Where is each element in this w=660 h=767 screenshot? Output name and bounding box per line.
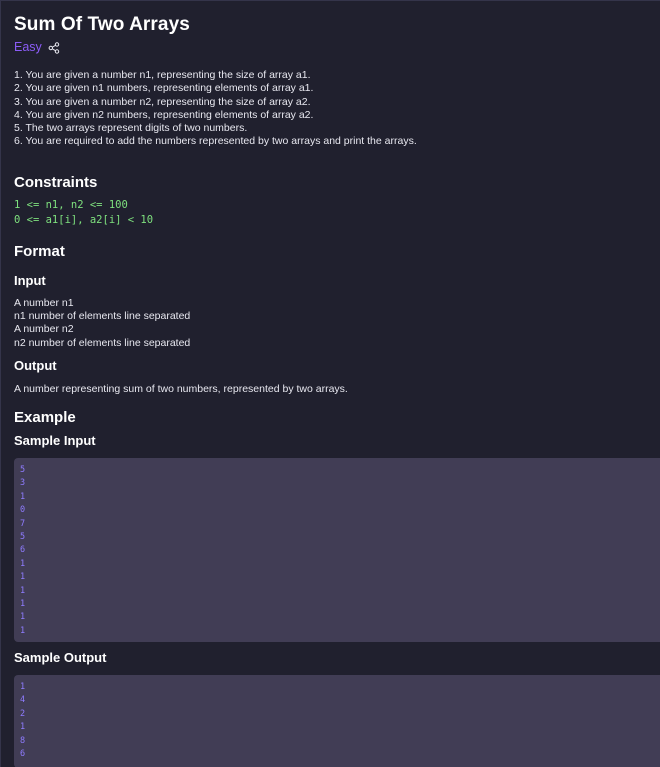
sample-output-line: 2 [20, 708, 26, 719]
sample-output-box[interactable]: 1 4 2 1 8 6 [14, 675, 660, 767]
difficulty-badge: Easy [14, 40, 42, 54]
problem-panel: Sum Of Two Arrays Easy 1. You are given … [0, 0, 660, 767]
format-heading: Format [14, 243, 65, 260]
input-format-line: n1 number of elements line separated [14, 310, 191, 323]
input-format-line: A number n2 [14, 323, 74, 336]
sample-input-line: 5 [20, 532, 26, 543]
output-format: A number representing sum of two numbers… [14, 383, 348, 395]
example-heading: Example [14, 409, 76, 426]
problem-description: 1. You are given a number n1, representi… [14, 69, 454, 149]
sample-input-line: 1 [20, 572, 26, 583]
problem-title: Sum Of Two Arrays [14, 14, 190, 35]
sample-output-line: 4 [20, 695, 26, 706]
sample-input-line: 1 [20, 558, 26, 569]
description-line: 2. You are given n1 numbers, representin… [14, 82, 314, 95]
sample-input-line: 0 [20, 505, 26, 516]
sample-input-line: 1 [20, 585, 26, 596]
description-line: 1. You are given a number n1, representi… [14, 69, 311, 81]
sample-input-line: 1 [20, 612, 26, 623]
input-format: A number n1 n1 number of elements line s… [14, 297, 190, 350]
constraint-line: 1 <= n1, n2 <= 100 [14, 199, 128, 211]
sample-input-line: 3 [20, 478, 26, 489]
difficulty-row: Easy [14, 40, 60, 54]
output-heading: Output [14, 358, 57, 373]
sample-output-line: 8 [20, 735, 26, 746]
sample-output-line: 1 [20, 682, 26, 692]
sample-input-line: 7 [20, 518, 26, 529]
sample-input-box[interactable]: 5 3 1 0 7 5 6 1 1 1 1 1 1 [14, 458, 660, 642]
constraints-heading: Constraints [14, 174, 98, 191]
sample-input-line: 5 [20, 465, 26, 475]
description-line: 4. You are given n2 numbers, representin… [14, 108, 314, 121]
sample-output-line: 1 [20, 722, 26, 733]
share-icon[interactable] [48, 41, 60, 54]
input-heading: Input [14, 273, 46, 288]
sample-output-line: 6 [20, 749, 26, 760]
description-line: 6. You are required to add the numbers r… [14, 135, 417, 148]
description-line: 3. You are given a number n2, representi… [14, 95, 311, 108]
sample-input-line: 6 [20, 545, 26, 556]
sample-input-line: 1 [20, 625, 26, 636]
sample-input-line: 1 [20, 491, 26, 502]
constraints-list: 1 <= n1, n2 <= 100 0 <= a1[i], a2[i] < 1… [14, 198, 153, 227]
sample-output-heading: Sample Output [14, 650, 107, 665]
constraint-line: 0 <= a1[i], a2[i] < 10 [14, 213, 154, 226]
sample-input-line: 1 [20, 599, 26, 610]
input-format-line: A number n1 [14, 297, 74, 309]
input-format-line: n2 number of elements line separated [14, 336, 191, 349]
sample-input-heading: Sample Input [14, 433, 96, 448]
description-line: 5. The two arrays represent digits of tw… [14, 122, 248, 135]
